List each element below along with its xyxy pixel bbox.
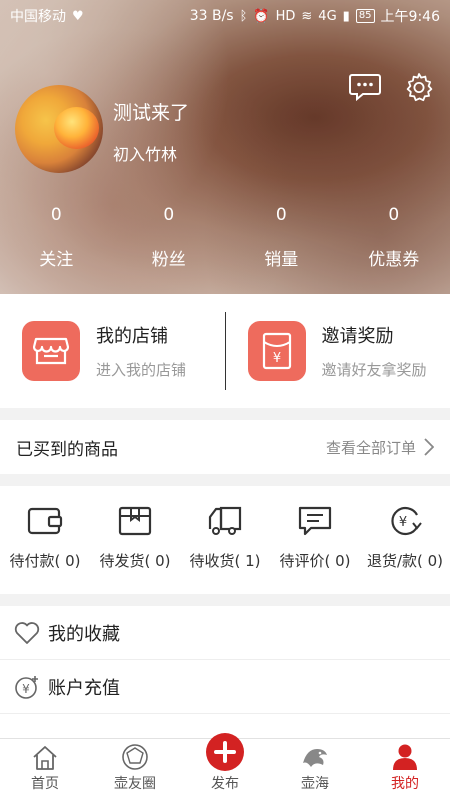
hd-icon: HD [275, 8, 296, 24]
invite-title: 邀请奖励 [321, 326, 394, 347]
order-status-row: 待付款( 0) 待发货( 0) 待收货( 1) 待评价( 0) ¥ 退货/款( … [0, 486, 450, 594]
order-label: 待发货( 0) [99, 552, 171, 570]
stat-value: 0 [388, 205, 400, 225]
purchased-header: 已买到的商品 查看全部订单 [0, 420, 450, 474]
order-pending-shipment[interactable]: 待发货( 0) [90, 486, 180, 594]
menu-label: 账户充值 [48, 677, 120, 699]
avatar-image [54, 107, 99, 149]
stat-value: 0 [163, 205, 175, 225]
invite-card[interactable]: ¥ 邀请奖励 邀请好友拿奖励 [226, 294, 450, 408]
settings-button[interactable] [402, 70, 436, 104]
shop-title: 我的店铺 [96, 326, 168, 347]
order-label: 退货/款( 0) [366, 552, 444, 570]
home-icon [33, 746, 57, 770]
circle-icon [122, 744, 148, 770]
invite-subtitle: 邀请好友拿奖励 [321, 361, 427, 379]
tab-mine[interactable]: 我的 [360, 739, 450, 800]
feature-cards: 我的店铺 进入我的店铺 ¥ 邀请奖励 邀请好友拿奖励 [0, 294, 450, 408]
stat-fans[interactable]: 0 粉丝 [113, 205, 226, 270]
order-pending-payment[interactable]: 待付款( 0) [0, 486, 90, 594]
stat-following[interactable]: 0 关注 [0, 205, 113, 270]
order-label: 待付款( 0) [9, 552, 81, 570]
signal-icon: ▮ [342, 8, 350, 24]
header-actions [348, 70, 436, 104]
status-bar: 中国移动 ♥ 33 B/s ᛒ ⏰ HD ≋ 4G ▮ 85 上午9:46 [0, 0, 450, 32]
refund-icon: ¥ [387, 504, 423, 538]
username: 测试来了 [113, 102, 190, 124]
heart-status-icon: ♥ [72, 8, 84, 24]
svg-text:¥: ¥ [22, 682, 30, 696]
view-all-orders-link[interactable]: 查看全部订单 [326, 437, 434, 458]
order-pending-review[interactable]: 待评价( 0) [270, 486, 360, 594]
sea-icon [303, 749, 327, 767]
tab-label: 壶海 [301, 776, 329, 792]
plus-icon [206, 733, 244, 771]
menu-label: 我的收藏 [48, 623, 120, 645]
battery-icon: 85 [355, 9, 375, 23]
order-label: 待收货( 1) [189, 552, 261, 570]
chevron-right-icon [424, 438, 434, 456]
order-pending-receipt[interactable]: 待收货( 1) [180, 486, 270, 594]
gear-icon [406, 73, 433, 102]
recharge-icon: ¥ [15, 675, 38, 699]
red-envelope-icon: ¥ [247, 321, 306, 381]
stat-label: 关注 [39, 250, 74, 270]
tab-label: 我的 [391, 776, 419, 792]
order-label: 待评价( 0) [279, 552, 351, 570]
tab-publish[interactable]: 发布 [180, 733, 270, 800]
avatar[interactable] [15, 85, 103, 173]
tab-label: 壶友圈 [114, 776, 156, 792]
tab-sea[interactable]: 壶海 [270, 739, 360, 800]
stat-value: 0 [50, 205, 62, 225]
shop-icon [22, 321, 80, 381]
order-refund[interactable]: ¥ 退货/款( 0) [360, 486, 450, 594]
menu-item-favorites[interactable]: 我的收藏 [0, 606, 450, 660]
stat-value: 0 [275, 205, 287, 225]
tab-label: 发布 [211, 776, 239, 792]
stat-label: 销量 [264, 250, 299, 270]
view-all-label: 查看全部订单 [325, 438, 416, 457]
message-button[interactable] [348, 70, 382, 104]
svg-text:¥: ¥ [399, 515, 407, 530]
wifi-icon: ≋ [301, 8, 313, 24]
clock: 上午9:46 [380, 9, 440, 25]
truck-icon [207, 504, 243, 538]
tab-label: 首页 [31, 776, 59, 792]
shop-subtitle: 进入我的店铺 [96, 361, 187, 379]
user-level: 初入竹林 [113, 145, 178, 164]
menu-list: 我的收藏 ¥ 账户充值 [0, 606, 450, 714]
user-icon [393, 744, 417, 770]
stat-coupons[interactable]: 0 优惠券 [338, 205, 450, 270]
bluetooth-icon: ᛒ [239, 8, 248, 24]
svg-text:¥: ¥ [272, 351, 280, 366]
stat-label: 优惠券 [368, 250, 420, 270]
stat-label: 粉丝 [151, 250, 186, 270]
network-speed: 33 B/s [189, 8, 234, 24]
purchased-title: 已买到的商品 [16, 439, 118, 460]
stats-row: 0 关注 0 粉丝 0 销量 0 优惠券 [0, 205, 450, 270]
alarm-icon: ⏰ [253, 8, 270, 24]
tab-home[interactable]: 首页 [0, 739, 90, 800]
profile-header: 测试来了 初入竹林 0 关注 0 粉丝 0 销量 0 优惠券 [0, 0, 450, 294]
wallet-icon [27, 504, 63, 538]
message-icon [349, 74, 381, 101]
comment-icon [297, 504, 333, 538]
heart-icon [14, 621, 40, 644]
tab-circle[interactable]: 壶友圈 [90, 739, 180, 800]
menu-item-recharge[interactable]: ¥ 账户充值 [0, 660, 450, 714]
network-type: 4G [318, 8, 337, 24]
carrier-label: 中国移动 [10, 9, 66, 25]
bottom-tab-bar: 首页 壶友圈 发布 壶海 我的 [0, 733, 450, 800]
stat-sales[interactable]: 0 销量 [225, 205, 338, 270]
my-shop-card[interactable]: 我的店铺 进入我的店铺 [0, 294, 225, 408]
package-icon [117, 504, 153, 538]
